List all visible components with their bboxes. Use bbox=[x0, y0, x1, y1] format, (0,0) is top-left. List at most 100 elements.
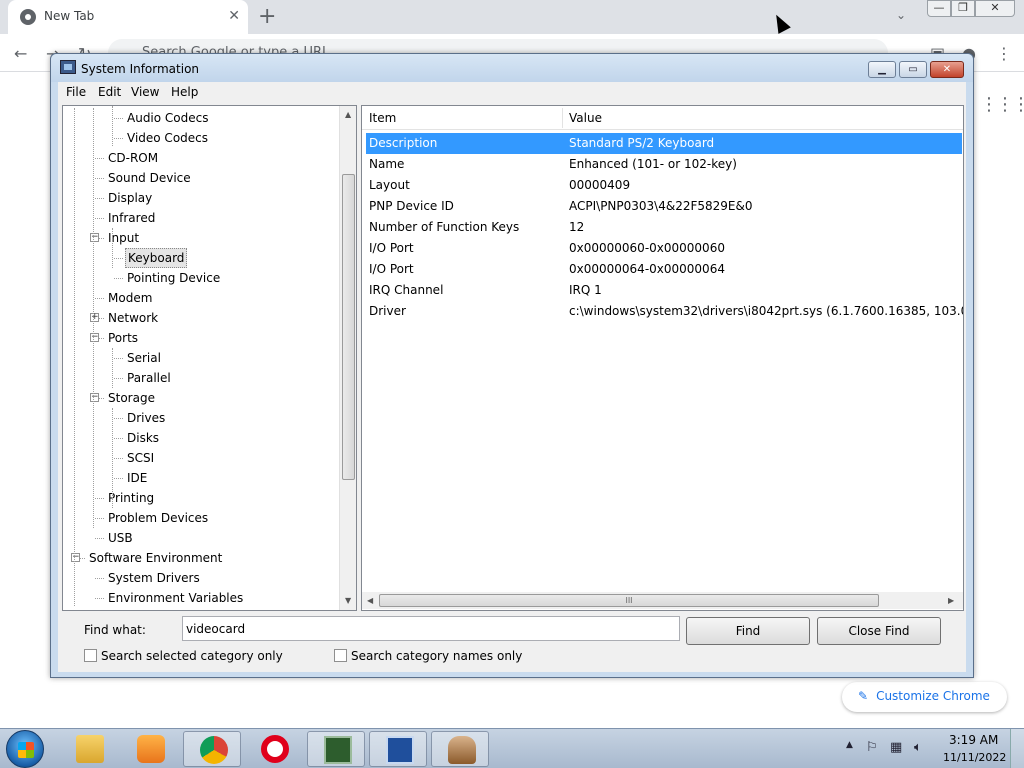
chrome-menu-icon[interactable]: ⋮ bbox=[996, 44, 1012, 63]
table-row[interactable]: Driver c:\windows\system32\drivers\i8042p… bbox=[366, 301, 963, 322]
installer-icon bbox=[448, 736, 476, 764]
start-button[interactable] bbox=[6, 730, 44, 768]
scroll-left-arrow-icon[interactable]: ◀ bbox=[367, 596, 373, 605]
row-value-cell: ACPI\PNP0303\4&22F5829E&0 bbox=[569, 199, 753, 213]
chrome-minimize-button[interactable]: — bbox=[927, 0, 951, 17]
tree-node[interactable]: Disks bbox=[125, 428, 161, 448]
tree-node[interactable]: Keyboard bbox=[125, 248, 188, 268]
back-arrow-icon[interactable]: ← bbox=[14, 44, 27, 63]
menu-help[interactable]: Help bbox=[171, 85, 198, 99]
volume-icon[interactable]: 🔈︎ bbox=[914, 740, 922, 755]
tree-node[interactable]: Network bbox=[106, 308, 160, 328]
tree-node[interactable]: CD-ROM bbox=[106, 148, 160, 168]
taskbar-system-information[interactable] bbox=[369, 731, 427, 767]
taskbar-installer[interactable] bbox=[431, 731, 489, 767]
customize-chrome-button[interactable]: ✎ Customize Chrome bbox=[842, 682, 1007, 712]
tree-vertical-scrollbar[interactable]: ▲ ▼ bbox=[339, 106, 356, 610]
details-scroll-thumb[interactable]: III bbox=[379, 594, 879, 607]
tree-node[interactable]: Parallel bbox=[125, 368, 173, 388]
tree-node[interactable]: Sound Device bbox=[106, 168, 193, 188]
column-header-item[interactable]: Item bbox=[369, 111, 396, 125]
find-button[interactable]: Find bbox=[686, 617, 810, 645]
tree-scroll-thumb[interactable] bbox=[342, 174, 355, 480]
table-row[interactable]: Description Standard PS/2 Keyboard bbox=[366, 133, 962, 154]
table-row[interactable]: PNP Device ID ACPI\PNP0303\4&22F5829E&0 bbox=[366, 196, 962, 217]
chrome-restore-button[interactable]: ❐ bbox=[951, 0, 975, 17]
show-desktop-button[interactable] bbox=[1010, 729, 1024, 768]
chrome-tab-strip: New Tab ✕ + ⌄ — ❐ ✕ bbox=[0, 0, 1024, 34]
tree-node[interactable]: Problem Devices bbox=[106, 508, 210, 528]
tree-node[interactable]: USB bbox=[106, 528, 135, 548]
google-apps-icon[interactable]: ⋮⋮⋮ bbox=[980, 94, 1024, 115]
tree-node[interactable]: Drives bbox=[125, 408, 167, 428]
tree-node[interactable]: IDE bbox=[125, 468, 149, 488]
scroll-right-arrow-icon[interactable]: ▶ bbox=[948, 596, 954, 605]
tree-node[interactable]: Display bbox=[106, 188, 154, 208]
menu-edit[interactable]: Edit bbox=[98, 85, 121, 99]
find-what-input[interactable] bbox=[182, 616, 680, 641]
show-hidden-icons-icon[interactable]: ▲ bbox=[846, 740, 853, 750]
table-row[interactable]: Layout 00000409 bbox=[366, 175, 962, 196]
table-row[interactable]: Name Enhanced (101- or 102-key) bbox=[366, 154, 962, 175]
network-disconnected-icon[interactable]: ▦ bbox=[890, 740, 902, 755]
search-selected-category-checkbox[interactable]: Search selected category only bbox=[84, 649, 283, 663]
tree-node[interactable]: Video Codecs bbox=[125, 128, 210, 148]
scroll-up-arrow-icon[interactable]: ▲ bbox=[345, 110, 351, 119]
tree-collapse-icon[interactable]: − bbox=[90, 233, 99, 242]
scroll-down-arrow-icon[interactable]: ▼ bbox=[345, 596, 351, 605]
checkbox-box[interactable] bbox=[84, 649, 97, 662]
table-row[interactable]: I/O Port 0x00000064-0x00000064 bbox=[366, 259, 962, 280]
close-find-button[interactable]: Close Find bbox=[817, 617, 941, 645]
tree-node[interactable]: Audio Codecs bbox=[125, 108, 211, 128]
taskbar-explorer[interactable] bbox=[60, 731, 118, 767]
menu-file[interactable]: File bbox=[66, 85, 86, 99]
tree-node[interactable]: Software Environment bbox=[87, 548, 224, 568]
tab-close-icon[interactable]: ✕ bbox=[228, 8, 240, 24]
tree-node[interactable]: Infrared bbox=[106, 208, 157, 228]
minimize-button[interactable]: ▁ bbox=[868, 61, 896, 78]
maximize-button[interactable]: ▭ bbox=[899, 61, 927, 78]
tree-node[interactable]: SCSI bbox=[125, 448, 156, 468]
row-item-cell: PNP Device ID bbox=[369, 199, 454, 213]
details-horizontal-scrollbar[interactable]: ◀ III ▶ bbox=[362, 592, 963, 609]
tree-connector-line bbox=[114, 418, 123, 419]
tree-node[interactable]: Printing bbox=[106, 488, 156, 508]
table-row[interactable]: I/O Port 0x00000060-0x00000060 bbox=[366, 238, 962, 259]
tree-node[interactable]: Pointing Device bbox=[125, 268, 222, 288]
checkbox-box[interactable] bbox=[334, 649, 347, 662]
tree-collapse-icon[interactable]: − bbox=[90, 333, 99, 342]
column-header-value[interactable]: Value bbox=[569, 111, 602, 125]
tree-node[interactable]: Modem bbox=[106, 288, 154, 308]
action-center-flag-icon[interactable]: ⚐ bbox=[866, 740, 878, 755]
column-divider[interactable] bbox=[562, 108, 563, 128]
search-category-names-checkbox[interactable]: Search category names only bbox=[334, 649, 522, 663]
new-tab-button[interactable]: + bbox=[258, 4, 276, 29]
taskbar-task-manager[interactable] bbox=[307, 731, 365, 767]
tree-node[interactable]: Environment Variables bbox=[106, 588, 245, 608]
table-row[interactable]: IRQ Channel IRQ 1 bbox=[366, 280, 962, 301]
taskbar-media-player[interactable] bbox=[121, 731, 179, 767]
tab-search-chevron-icon[interactable]: ⌄ bbox=[896, 8, 906, 22]
tree-node[interactable]: System Drivers bbox=[106, 568, 202, 588]
window-title: System Information bbox=[81, 62, 200, 76]
chrome-close-button[interactable]: ✕ bbox=[975, 0, 1015, 17]
chrome-tab-new-tab[interactable]: New Tab ✕ bbox=[8, 0, 248, 34]
row-value-cell: Standard PS/2 Keyboard bbox=[569, 136, 715, 150]
clock-date[interactable]: 11/11/2022 bbox=[943, 751, 1006, 764]
taskbar-opera[interactable] bbox=[245, 731, 303, 767]
tree-collapse-icon[interactable]: − bbox=[71, 553, 80, 562]
taskbar-chrome[interactable] bbox=[183, 731, 241, 767]
menu-view[interactable]: View bbox=[131, 85, 159, 99]
close-button[interactable]: ✕ bbox=[930, 61, 964, 78]
tree-node[interactable]: Serial bbox=[125, 348, 163, 368]
tree-collapse-icon[interactable]: − bbox=[90, 393, 99, 402]
column-header: Item Value bbox=[362, 106, 963, 130]
tree-node[interactable]: Ports bbox=[106, 328, 140, 348]
tree-node[interactable]: Storage bbox=[106, 388, 157, 408]
row-item-cell: I/O Port bbox=[369, 241, 414, 255]
row-item-cell: Description bbox=[369, 136, 438, 150]
clock-time[interactable]: 3:19 AM bbox=[949, 733, 998, 747]
table-row[interactable]: Number of Function Keys 12 bbox=[366, 217, 962, 238]
tree-expand-icon[interactable]: + bbox=[90, 313, 99, 322]
window-title-bar[interactable]: System Information ▁ ▭ ✕ bbox=[51, 54, 973, 82]
